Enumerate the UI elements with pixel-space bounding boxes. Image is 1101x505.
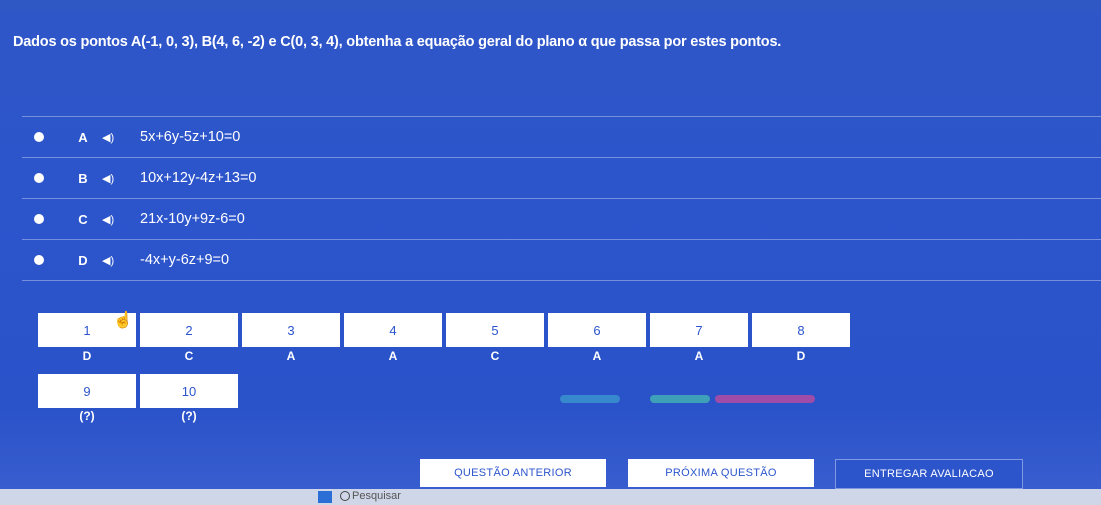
question-nav-7[interactable]: 7 [650, 313, 748, 347]
answer-7: A [694, 349, 704, 363]
question-nav-5[interactable]: 5 [446, 313, 544, 347]
question-nav-9[interactable]: 9 [38, 374, 136, 408]
option-formula: 10x+12y-4z+13=0 [140, 170, 257, 186]
option-letter: B [78, 170, 88, 186]
windows-start-icon[interactable] [318, 491, 332, 503]
submit-assessment-button[interactable]: ENTREGAR AVALIACAO [835, 459, 1023, 489]
question-nav-6[interactable]: 6 [548, 313, 646, 347]
radio-bullet[interactable] [34, 173, 44, 183]
top-strip [0, 0, 1101, 10]
radio-bullet[interactable] [34, 214, 44, 224]
answer-1: D [82, 349, 92, 363]
question-text: Dados os pontos A(-1, 0, 3), B(4, 6, -2)… [13, 34, 782, 50]
previous-question-button[interactable]: QUESTÃO ANTERIOR [420, 459, 606, 487]
speaker-icon[interactable]: ◀︎) [102, 213, 122, 226]
next-question-button[interactable]: PRÓXIMA QUESTÃO [628, 459, 814, 487]
option-d[interactable]: D ◀︎) -4x+y-6z+9=0 [22, 239, 1101, 281]
option-letter: A [78, 129, 88, 145]
answer-8: D [796, 349, 806, 363]
speaker-icon[interactable]: ◀︎) [102, 172, 122, 185]
answer-2: C [184, 349, 194, 363]
option-formula: 21x-10y+9z-6=0 [140, 211, 245, 227]
option-c[interactable]: C ◀︎) 21x-10y+9z-6=0 [22, 198, 1101, 239]
hand-cursor-icon: ☝ [113, 312, 133, 329]
question-nav-10[interactable]: 10 [140, 374, 238, 408]
option-formula: 5x+6y-5z+10=0 [140, 129, 241, 145]
options-list: A ◀︎) 5x+6y-5z+10=0 B ◀︎) 10x+12y-4z+13=… [22, 116, 1101, 281]
option-letter: D [78, 252, 88, 268]
search-icon[interactable] [340, 491, 350, 501]
question-nav-3[interactable]: 3 [242, 313, 340, 347]
answer-4: A [388, 349, 398, 363]
speaker-icon[interactable]: ◀︎) [102, 254, 122, 267]
answer-10: (?) [181, 409, 197, 423]
question-nav-8[interactable]: 8 [752, 313, 850, 347]
taskbar [0, 489, 1101, 505]
speaker-icon[interactable]: ◀︎) [102, 131, 122, 144]
option-letter: C [78, 211, 88, 227]
radio-bullet[interactable] [34, 255, 44, 265]
glare-decoration [650, 395, 710, 403]
option-a[interactable]: A ◀︎) 5x+6y-5z+10=0 [22, 116, 1101, 157]
answer-5: C [490, 349, 500, 363]
taskbar-search-input[interactable]: Pesquisar [352, 490, 401, 502]
radio-bullet[interactable] [34, 132, 44, 142]
question-nav-2[interactable]: 2 [140, 313, 238, 347]
glare-decoration [560, 395, 620, 403]
answer-6: A [592, 349, 602, 363]
option-formula: -4x+y-6z+9=0 [140, 252, 230, 268]
option-b[interactable]: B ◀︎) 10x+12y-4z+13=0 [22, 157, 1101, 198]
answer-9: (?) [79, 409, 95, 423]
answer-3: A [286, 349, 296, 363]
glare-decoration [715, 395, 815, 403]
question-nav-4[interactable]: 4 [344, 313, 442, 347]
